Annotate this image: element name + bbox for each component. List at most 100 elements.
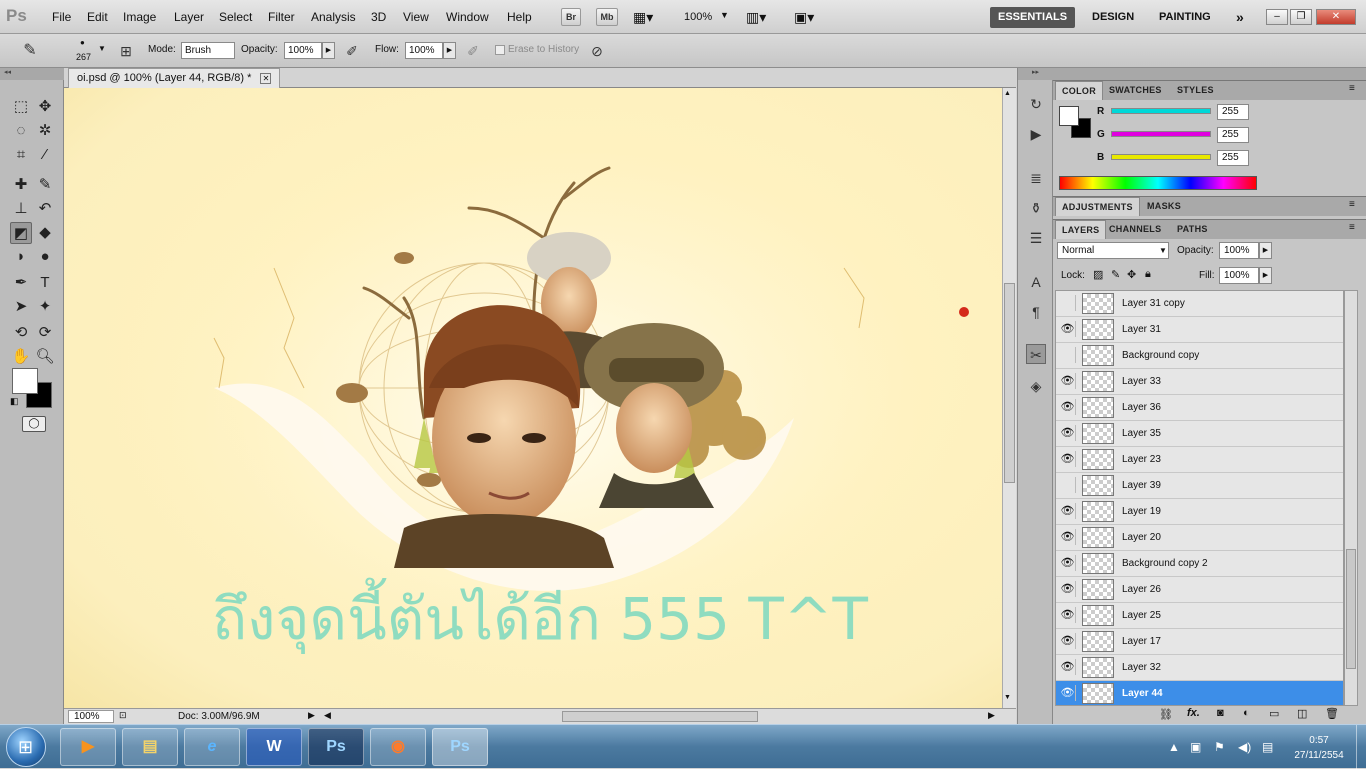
panel-collapse-icon[interactable]: ◂◂	[0, 68, 64, 80]
menu-layer[interactable]: Layer	[174, 10, 204, 24]
taskbar-word[interactable]: W	[246, 728, 302, 766]
fill-input[interactable]: 100%	[1219, 267, 1259, 284]
clone-stamp-tool-icon[interactable]: ⊥	[10, 198, 32, 220]
tray-expand-icon[interactable]: ▲	[1168, 740, 1180, 754]
tool-options-icon[interactable]: ✂	[1026, 344, 1046, 364]
tab-swatches[interactable]: SWATCHES	[1103, 81, 1168, 100]
scroll-up-icon[interactable]: ▲	[1004, 90, 1011, 97]
status-menu-arrow-icon[interactable]: ▶	[308, 710, 315, 721]
layer-row[interactable]: 👁︎ Layer 20	[1056, 525, 1343, 551]
lock-pixels-icon[interactable]: ✎	[1111, 268, 1120, 281]
visibility-eye-icon[interactable]: 👁︎	[1060, 529, 1076, 545]
lock-all-icon[interactable]: 🔒︎	[1145, 268, 1151, 281]
type-tool-icon[interactable]: T	[34, 272, 56, 294]
pressure-size-icon[interactable]: ⊘	[587, 41, 607, 61]
lock-position-icon[interactable]: ✥	[1127, 268, 1136, 281]
taskbar-firefox[interactable]: ◉	[370, 728, 426, 766]
visibility-eye-icon[interactable]: 👁︎	[1060, 555, 1076, 571]
layer-row[interactable]: 👁︎ Layer 44	[1056, 681, 1343, 705]
visibility-eye-icon[interactable]: 👁︎	[1060, 581, 1076, 597]
paint-bucket-tool-icon[interactable]: ◆	[34, 222, 56, 244]
healing-brush-tool-icon[interactable]: ✚	[10, 174, 32, 196]
paragraph-panel-icon[interactable]: ¶	[1026, 302, 1046, 322]
3d-rotate-tool-icon[interactable]: ⟲	[10, 322, 32, 344]
layers-scroll-thumb[interactable]	[1346, 549, 1356, 669]
status-zoom-field[interactable]: 100%	[68, 710, 114, 723]
scroll-right-icon[interactable]: ▶	[988, 710, 995, 721]
tab-color[interactable]: COLOR	[1055, 81, 1103, 100]
menu-file[interactable]: File	[52, 10, 71, 24]
layer-opacity-slider-toggle[interactable]: ▶	[1259, 242, 1272, 259]
zoom-tool-icon[interactable]: 🔍︎	[34, 346, 56, 368]
maximize-button[interactable]: ❐	[1290, 9, 1312, 25]
zoom-level-dropdown[interactable]: 100%	[684, 11, 712, 23]
show-desktop-button[interactable]	[1356, 725, 1366, 769]
flow-slider-toggle[interactable]: ▶	[443, 42, 456, 59]
menu-window[interactable]: Window	[446, 10, 489, 24]
trash-icon[interactable]: 🗑︎	[1325, 707, 1339, 720]
tab-adjustments[interactable]: ADJUSTMENTS	[1055, 197, 1140, 216]
tray-volume-icon[interactable]: ◀)	[1238, 740, 1251, 754]
layers-scrollbar[interactable]	[1344, 290, 1358, 706]
layer-row[interactable]: 👁︎ Layer 35	[1056, 421, 1343, 447]
canvas-vertical-scrollbar[interactable]: ▲ ▼	[1002, 88, 1016, 708]
layer-row[interactable]: Background copy	[1056, 343, 1343, 369]
pen-tool-icon[interactable]: ✒	[10, 272, 32, 294]
layer-row[interactable]: 👁︎ Layer 26	[1056, 577, 1343, 603]
hand-tool-icon[interactable]: ✋	[10, 346, 32, 368]
visibility-eye-icon[interactable]: 👁︎	[1060, 633, 1076, 649]
link-layers-icon[interactable]: ⛓	[1159, 708, 1173, 721]
green-channel-value[interactable]: 255	[1217, 127, 1249, 143]
default-colors-icon[interactable]: ◧	[10, 396, 19, 407]
history-brush-tool-icon[interactable]: ↶	[34, 198, 56, 220]
layer-row[interactable]: 👁︎ Layer 23	[1056, 447, 1343, 473]
menu-filter[interactable]: Filter	[268, 10, 295, 24]
blend-mode-select[interactable]: Normal	[1057, 242, 1169, 259]
magic-wand-tool-icon[interactable]: ✲	[34, 120, 56, 142]
pressure-opacity-icon[interactable]: ✐	[342, 41, 362, 61]
flow-input[interactable]: 100%	[405, 42, 443, 59]
start-button[interactable]: ⊞	[6, 727, 46, 767]
visibility-eye-icon[interactable]	[1060, 295, 1076, 311]
mini-bridge-button[interactable]: Mb	[596, 8, 618, 26]
quick-mask-icon[interactable]: ◯	[22, 416, 46, 432]
layer-row[interactable]: Layer 39	[1056, 473, 1343, 499]
strip-collapse-icon[interactable]: ▸▸	[1018, 68, 1053, 80]
menu-image[interactable]: Image	[123, 10, 156, 24]
chevron-down-icon[interactable]: ▼	[720, 10, 729, 20]
scroll-thumb[interactable]	[1004, 283, 1015, 483]
workspace-more-icon[interactable]: »	[1228, 7, 1252, 28]
lasso-tool-icon[interactable]: ◌	[10, 120, 32, 142]
visibility-eye-icon[interactable]: 👁︎	[1060, 659, 1076, 675]
minimize-button[interactable]: –	[1266, 9, 1288, 25]
tool-presets-icon[interactable]: ☰	[1026, 228, 1046, 248]
tray-flag-icon[interactable]: ⚑	[1214, 740, 1225, 754]
tab-channels[interactable]: CHANNELS	[1103, 220, 1167, 239]
layer-row[interactable]: 👁︎ Background copy 2	[1056, 551, 1343, 577]
scroll-down-icon[interactable]: ▼	[1004, 694, 1011, 701]
arrange-documents-icon[interactable]: ▥▾	[746, 9, 766, 26]
document-tab[interactable]: oi.psd @ 100% (Layer 44, RGB/8) * ✕	[68, 68, 281, 88]
workspace-essentials[interactable]: ESSENTIALS	[990, 7, 1076, 28]
eraser-tool-preset-icon[interactable]: ✎	[20, 41, 40, 61]
visibility-eye-icon[interactable]	[1060, 477, 1076, 493]
workspace-design[interactable]: DESIGN	[1084, 7, 1142, 28]
green-channel-slider[interactable]	[1111, 131, 1211, 137]
brush-tip-icon[interactable]: ●	[80, 38, 85, 47]
visibility-eye-icon[interactable]: 👁︎	[1060, 399, 1076, 415]
layer-row[interactable]: 👁︎ Layer 33	[1056, 369, 1343, 395]
crop-tool-icon[interactable]: ⌗	[10, 144, 32, 166]
status-info-icon[interactable]: ⊡	[119, 710, 127, 721]
clone-source-icon[interactable]: ⚱	[1026, 198, 1046, 218]
dodge-tool-icon[interactable]: ●	[34, 246, 56, 268]
blur-tool-icon[interactable]: ◗	[10, 246, 32, 268]
visibility-eye-icon[interactable]	[1060, 347, 1076, 363]
tab-styles[interactable]: STYLES	[1171, 81, 1220, 100]
visibility-eye-icon[interactable]: 👁︎	[1060, 425, 1076, 441]
actions-panel-icon[interactable]: ▶	[1026, 124, 1046, 144]
visibility-eye-icon[interactable]: 👁︎	[1060, 451, 1076, 467]
panel-menu-icon[interactable]: ≡	[1349, 199, 1355, 210]
taskbar-internet-explorer[interactable]: e	[184, 728, 240, 766]
color-spectrum-bar[interactable]	[1059, 176, 1257, 190]
panel-menu-icon[interactable]: ≡	[1349, 83, 1355, 94]
